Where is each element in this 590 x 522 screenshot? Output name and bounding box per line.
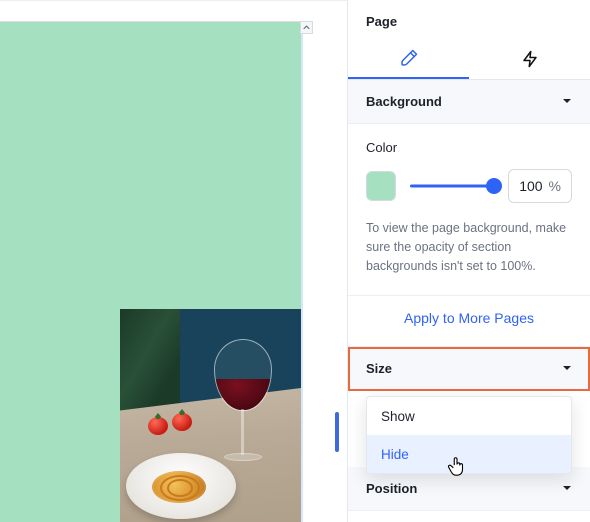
section-resize-handle[interactable] (335, 412, 339, 452)
tab-design[interactable] (348, 39, 469, 79)
section-header-size[interactable]: Size (348, 347, 590, 391)
scroll-up-arrow[interactable] (300, 21, 313, 34)
opacity-slider[interactable] (410, 176, 494, 196)
section-label: Position (366, 481, 417, 496)
dropdown-option-hide[interactable]: Hide (367, 435, 571, 473)
opacity-value: 100 (519, 178, 542, 194)
chevron-down-icon (562, 361, 572, 376)
size-dropdown: Show Hide (366, 396, 572, 474)
chevron-down-icon (562, 94, 572, 109)
dropdown-option-show[interactable]: Show (367, 397, 571, 435)
chevron-down-icon (562, 481, 572, 496)
background-hint: To view the page background, make sure t… (366, 219, 572, 275)
color-label: Color (366, 140, 572, 155)
color-swatch[interactable] (366, 171, 396, 201)
panel-tabs (348, 39, 590, 80)
apply-to-more-pages-link[interactable]: Apply to More Pages (404, 310, 534, 326)
canvas-area[interactable] (0, 0, 347, 522)
photo-illustration (120, 309, 301, 522)
opacity-input[interactable]: 100 % (508, 169, 572, 203)
section-header-background[interactable]: Background (348, 80, 590, 124)
slider-thumb[interactable] (486, 178, 502, 194)
canvas-image[interactable] (120, 309, 301, 522)
inspector-panel: Page Background Color (347, 0, 590, 522)
panel-title: Page (348, 0, 590, 39)
section-body-background: Color 100 % To view the page background,… (348, 124, 590, 296)
tab-interactions[interactable] (469, 39, 590, 79)
brush-icon (400, 49, 418, 67)
section-label: Size (366, 361, 392, 376)
section-label: Background (366, 94, 442, 109)
lightning-icon (521, 50, 539, 68)
opacity-unit: % (549, 178, 561, 194)
